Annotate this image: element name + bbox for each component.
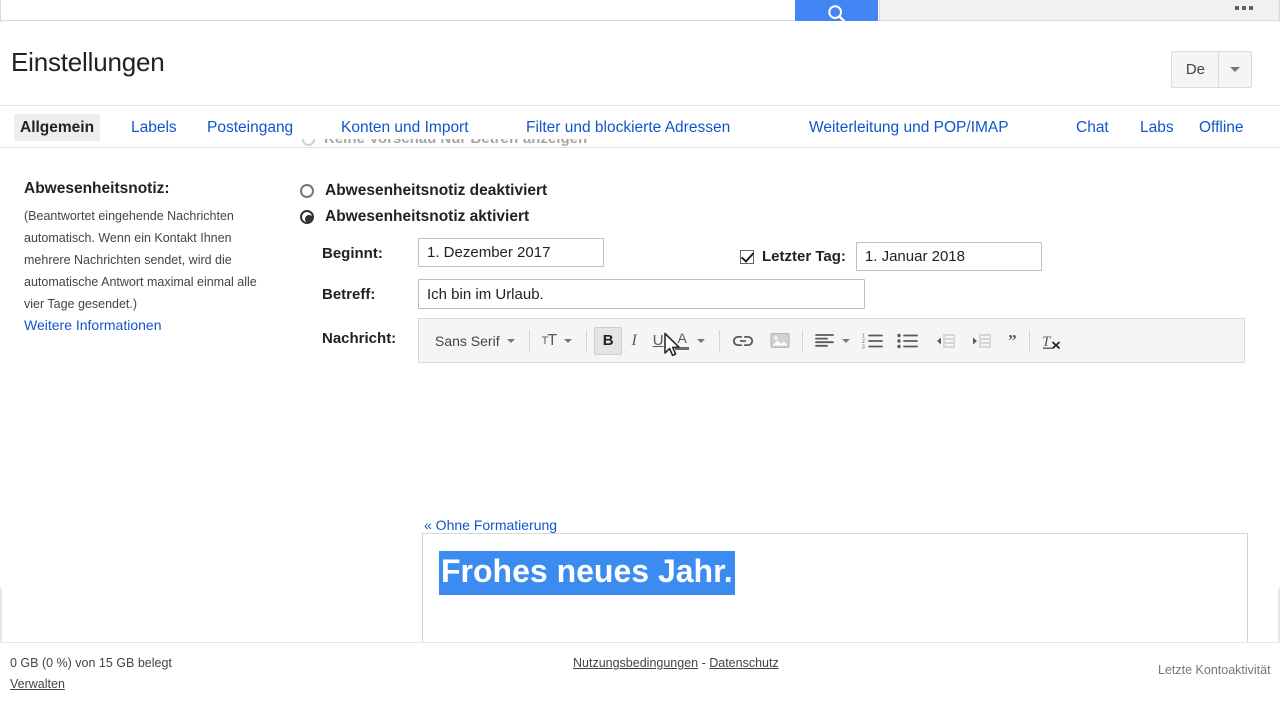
page-footer: 0 GB (0 %) von 15 GB belegt Verwalten Nu…: [0, 643, 1280, 720]
settings-header: Einstellungen De: [0, 22, 1280, 106]
tab-weiterleitung-und-pop-imap[interactable]: Weiterleitung und POP/IMAP: [809, 114, 1009, 141]
remove-formatting-icon: T: [1042, 332, 1062, 350]
indent-decrease-icon: [936, 333, 956, 349]
plain-formatting-link[interactable]: « Ohne Formatierung: [424, 517, 562, 533]
apps-dot: [1249, 6, 1253, 10]
subject-label: Betreff:: [322, 286, 375, 303]
font-size-icon[interactable]: TT: [537, 326, 562, 356]
insert-image-icon: [770, 332, 790, 349]
align-button[interactable]: [810, 326, 839, 356]
last-day-group: Letzter Tag:: [740, 242, 1042, 271]
section-title: Abwesenheitsnotiz:: [24, 180, 276, 198]
formatting-toolbar: Sans Serif TT B I U A: [418, 318, 1245, 363]
language-label: De: [1172, 52, 1219, 87]
last-account-activity-text: Letzte Kontoaktivität: [1158, 663, 1280, 677]
storage-usage-text: 0 GB (0 %) von 15 GB belegt: [10, 656, 172, 670]
font-family-button[interactable]: Sans Serif: [429, 326, 504, 356]
radio-vacation-on[interactable]: [300, 210, 314, 224]
text-color-label: A: [677, 331, 686, 345]
manage-storage-link[interactable]: Verwalten: [10, 677, 65, 691]
search-input[interactable]: [11, 0, 781, 18]
terms-link[interactable]: Nutzungsbedingungen: [573, 656, 698, 670]
legal-links: Nutzungsbedingungen - Datenschutz: [573, 656, 779, 670]
toolbar-divider: [719, 330, 720, 352]
gmail-settings-screen: Einstellungen De Allgemein Labels Postei…: [0, 0, 1280, 720]
bullet-list-button[interactable]: [892, 326, 923, 356]
text-color-swatch: [675, 347, 689, 350]
toolbar-divider: [586, 330, 587, 352]
blockquote-button[interactable]: ”: [1003, 326, 1022, 356]
end-date-input[interactable]: [856, 242, 1042, 271]
chevron-down-icon: [1230, 67, 1240, 72]
insert-image-button[interactable]: [765, 326, 795, 356]
radio-ghost-icon: [302, 139, 315, 146]
toolbar-divider: [529, 330, 530, 352]
toolbar-divider: [802, 330, 803, 352]
link-icon: [732, 332, 754, 350]
bold-button[interactable]: B: [594, 327, 622, 355]
privacy-link[interactable]: Datenschutz: [709, 656, 778, 670]
subject-row: Betreff:: [300, 279, 1260, 315]
radio-row-off[interactable]: Abwesenheitsnotiz deaktiviert: [300, 178, 1260, 204]
apps-grid-icon[interactable]: [1234, 1, 1254, 15]
apps-dot: [1235, 6, 1239, 10]
search-bar: [0, 0, 880, 21]
text-color-button[interactable]: A: [670, 326, 694, 356]
tab-posteingang[interactable]: Posteingang: [207, 114, 293, 141]
remove-formatting-button[interactable]: T: [1037, 326, 1067, 356]
more-information-link[interactable]: Weitere Informationen: [24, 317, 161, 333]
subject-input[interactable]: [418, 279, 865, 309]
last-day-checkbox[interactable]: [740, 250, 754, 264]
tab-allgemein[interactable]: Allgemein: [14, 114, 100, 141]
page-title: Einstellungen: [11, 47, 165, 78]
italic-button[interactable]: I: [622, 326, 646, 356]
start-date-row: Beginnt: Letzter Tag:: [300, 238, 1260, 274]
bullet-list-icon: [897, 333, 918, 349]
vacation-responder-section: Abwesenheitsnotiz: (Beantwortet eingehen…: [0, 148, 1280, 588]
indent-less-button[interactable]: [931, 326, 961, 356]
indent-more-button[interactable]: [967, 326, 997, 356]
tab-chat[interactable]: Chat: [1076, 114, 1109, 141]
align-chevron-down-icon[interactable]: [842, 339, 850, 343]
tab-filter-und-blockierte-adressen[interactable]: Filter und blockierte Adressen: [526, 114, 730, 141]
svg-text:3: 3: [862, 344, 865, 348]
radio-row-on[interactable]: Abwesenheitsnotiz aktiviert: [300, 204, 1260, 230]
numbered-list-icon: 1 2 3: [862, 333, 883, 349]
tab-offline[interactable]: Offline: [1199, 114, 1244, 141]
font-size-chevron-down-icon[interactable]: [564, 339, 572, 343]
radio-off-label: Abwesenheitsnotiz deaktiviert: [325, 182, 547, 200]
link-button[interactable]: [727, 326, 759, 356]
toolbar-divider: [1029, 330, 1030, 352]
last-day-label: Letzter Tag:: [762, 248, 846, 265]
underline-button[interactable]: U: [646, 326, 670, 356]
start-date-label: Beginnt:: [322, 245, 383, 262]
text-color-chevron-down-icon[interactable]: [697, 339, 705, 343]
search-button[interactable]: [795, 0, 878, 21]
language-selector[interactable]: De: [1171, 51, 1252, 88]
numbered-list-button[interactable]: 1 2 3: [857, 326, 888, 356]
tab-labels[interactable]: Labels: [131, 114, 177, 141]
clipped-option-label: Keine Vorschau Nur Betreff anzeigen: [324, 139, 587, 147]
tab-labs[interactable]: Labs: [1140, 114, 1174, 141]
message-label: Nachricht:: [322, 330, 396, 347]
start-date-input[interactable]: [418, 238, 604, 267]
section-label-column: Abwesenheitsnotiz: (Beantwortet eingehen…: [24, 180, 276, 335]
radio-vacation-off[interactable]: [300, 184, 314, 198]
align-left-icon: [815, 333, 834, 348]
message-body-text: Frohes neues Jahr.: [439, 551, 735, 595]
tab-konten-und-import[interactable]: Konten und Import: [341, 114, 469, 141]
vacation-form: Abwesenheitsnotiz deaktiviert Abwesenhei…: [300, 178, 1260, 315]
apps-dot: [1242, 6, 1246, 10]
font-family-chevron-down-icon[interactable]: [507, 339, 515, 343]
radio-on-label: Abwesenheitsnotiz aktiviert: [325, 208, 529, 226]
language-caret[interactable]: [1219, 52, 1251, 87]
section-description: (Beantwortet eingehende Nachrichten auto…: [24, 205, 270, 315]
legal-separator: -: [698, 656, 709, 670]
browser-top-strip: [0, 0, 1280, 21]
indent-increase-icon: [972, 333, 992, 349]
